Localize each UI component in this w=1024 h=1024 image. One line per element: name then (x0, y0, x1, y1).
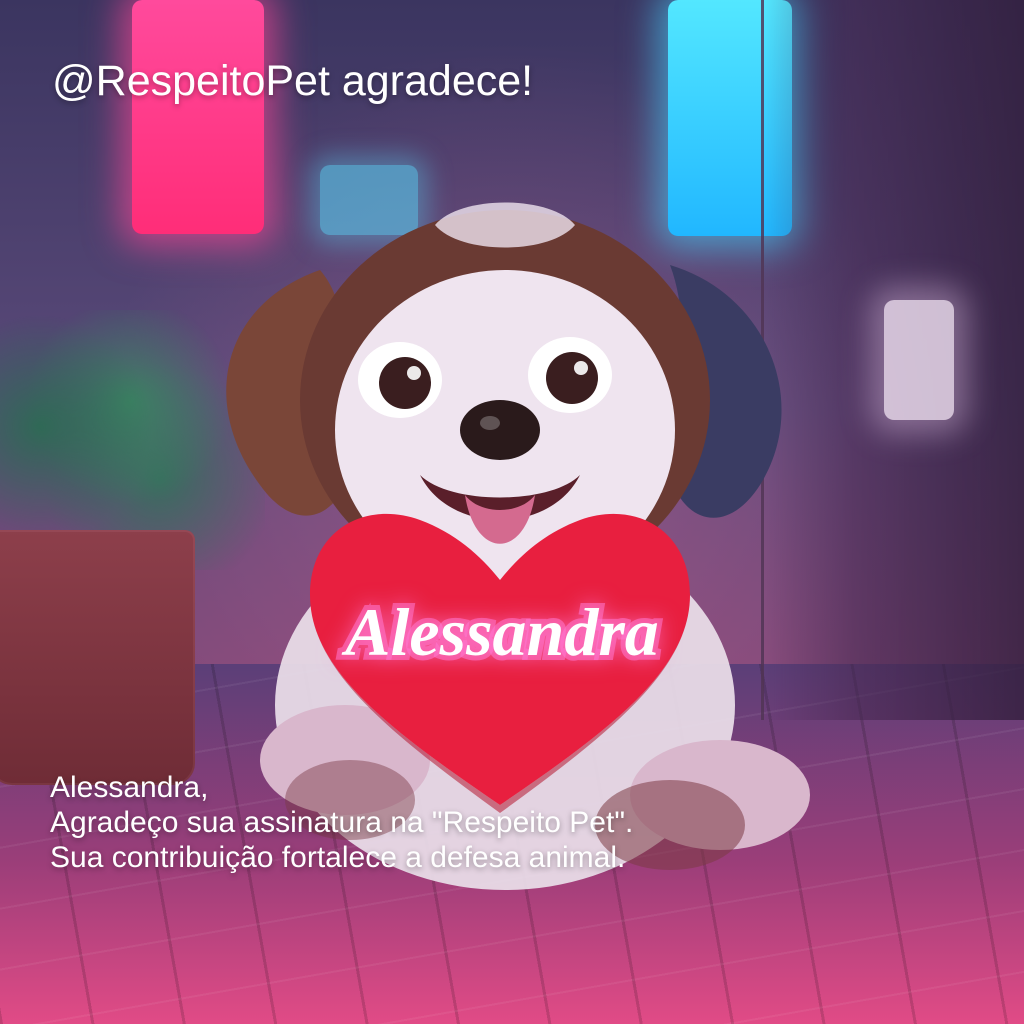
message-line-1: Alessandra, (50, 771, 209, 804)
page-title: @RespeitoPet agradece! (52, 57, 534, 105)
heart-sign-text: Alessandra (341, 594, 659, 670)
message-block: Alessandra, Agradeço sua assinatura na "… (50, 770, 633, 875)
message-line-2: Agradeço sua assinatura na "Respeito Pet… (50, 806, 634, 840)
plant-pot (0, 530, 195, 785)
window-light (884, 300, 954, 420)
message-line-3: Sua contribuição fortalece a defesa anim… (50, 841, 626, 875)
